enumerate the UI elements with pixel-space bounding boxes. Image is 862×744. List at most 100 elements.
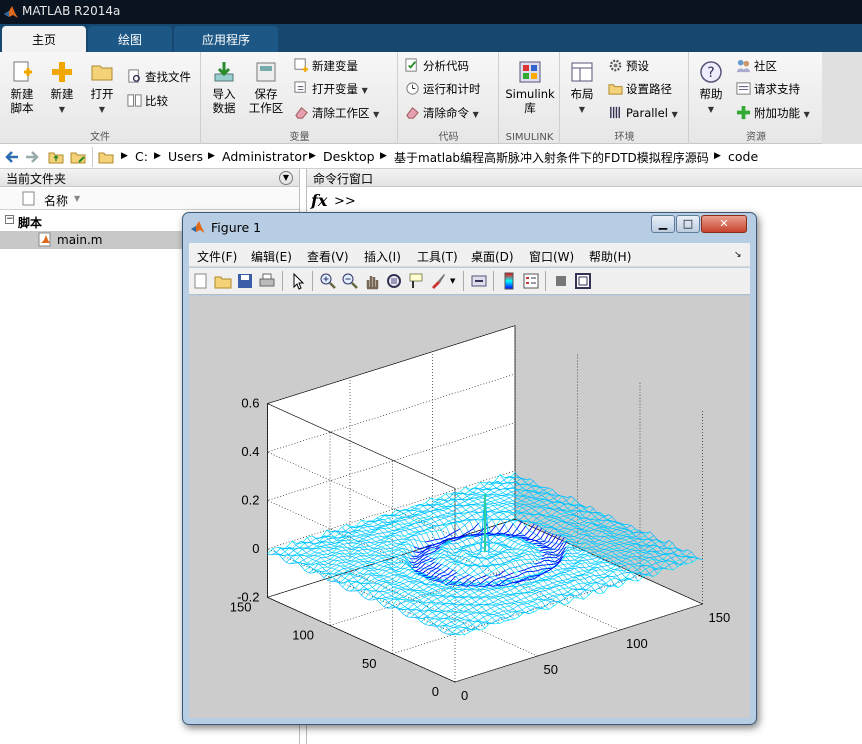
toolbar-divider bbox=[493, 271, 494, 291]
file-type-icon bbox=[22, 191, 35, 206]
set-path-icon bbox=[608, 84, 623, 95]
gear-icon bbox=[609, 59, 622, 72]
chevron-down-icon[interactable]: ▼ bbox=[450, 277, 455, 285]
section-variable: 导入 数据 保存 工作区 新建变量 打开变量 ▼ 清除工作区 ▼ 变量 bbox=[202, 52, 398, 144]
legend-icon[interactable] bbox=[522, 272, 540, 290]
analyze-code-icon bbox=[405, 58, 417, 72]
plot-area: -0.2 0 0.2 0.4 0.6 0 50 100 150 0 50 100 150 bbox=[189, 296, 750, 718]
add-ons-label: 附加功能 bbox=[754, 106, 800, 120]
open-button[interactable]: 打开 ▼ bbox=[85, 60, 119, 117]
breadcrumb-separator: ▶ bbox=[309, 151, 316, 161]
community-label: 社区 bbox=[754, 59, 777, 73]
chevron-down-icon: ▼ bbox=[58, 105, 66, 114]
maximize-button[interactable]: □ bbox=[676, 215, 700, 233]
save-icon[interactable] bbox=[236, 272, 254, 290]
save-workspace-button[interactable]: 保存 工作区 bbox=[246, 60, 286, 115]
save-workspace-label: 保存 工作区 bbox=[248, 87, 284, 115]
breadcrumb-item[interactable]: Administrator bbox=[222, 149, 307, 164]
pane-options-icon[interactable]: ▼ bbox=[279, 171, 293, 185]
new-script-button[interactable]: 新建 脚本 bbox=[4, 60, 40, 115]
clear-commands-button[interactable]: 清除命令 ▼ bbox=[405, 104, 479, 124]
sort-icon[interactable]: ▼ bbox=[74, 194, 80, 203]
community-icon bbox=[736, 59, 751, 73]
compare-button[interactable]: 比较 bbox=[127, 92, 168, 112]
new-figure-icon[interactable] bbox=[192, 272, 210, 290]
chevron-down-icon: ▼ bbox=[803, 110, 810, 119]
zoom-in-icon[interactable] bbox=[319, 272, 337, 290]
layout-icon bbox=[571, 62, 593, 82]
breadcrumb-item[interactable]: Desktop bbox=[323, 149, 375, 164]
surface-trough bbox=[411, 555, 417, 557]
breadcrumb-item[interactable]: C: bbox=[135, 149, 148, 164]
menu-window[interactable]: 窗口(W) bbox=[529, 248, 574, 265]
open-variable-button[interactable]: 打开变量 ▼ bbox=[294, 80, 368, 100]
new-button[interactable]: 新建 ▼ bbox=[45, 60, 79, 117]
tab-plots[interactable]: 绘图 bbox=[88, 26, 172, 52]
tab-apps[interactable]: 应用程序 bbox=[174, 26, 278, 52]
toolbar-divider bbox=[312, 271, 313, 291]
menu-file[interactable]: 文件(F) bbox=[197, 248, 237, 265]
browse-folder-icon[interactable] bbox=[70, 149, 86, 165]
new-variable-button[interactable]: 新建变量 bbox=[294, 57, 358, 77]
data-cursor-icon[interactable] bbox=[407, 272, 425, 290]
tab-home[interactable]: 主页 bbox=[2, 26, 86, 52]
menu-insert[interactable]: 插入(I) bbox=[364, 248, 401, 265]
community-button[interactable]: 社区 bbox=[736, 57, 777, 77]
up-folder-icon[interactable] bbox=[48, 149, 64, 165]
help-button[interactable]: ? 帮助 ▼ bbox=[694, 60, 728, 117]
import-data-button[interactable]: 导入 数据 bbox=[206, 60, 242, 115]
command-prompt[interactable]: >> bbox=[334, 194, 356, 209]
breadcrumb-item[interactable]: 基于matlab编程高斯脉冲入射条件下的FDTD模拟程序源码 bbox=[394, 149, 709, 166]
back-icon[interactable] bbox=[4, 149, 20, 165]
layout-button[interactable]: 布局 ▼ bbox=[565, 60, 599, 117]
z-tick-label: 0.6 bbox=[241, 396, 259, 411]
pan-icon[interactable] bbox=[363, 272, 381, 290]
chevron-down-icon: ▼ bbox=[671, 110, 678, 119]
z-tick-label: 0.4 bbox=[241, 444, 259, 459]
request-support-button[interactable]: 请求支持 bbox=[736, 80, 800, 100]
menu-edit[interactable]: 编辑(E) bbox=[251, 248, 292, 265]
collapse-icon[interactable]: − bbox=[5, 215, 14, 224]
clear-workspace-button[interactable]: 清除工作区 ▼ bbox=[294, 104, 379, 124]
brush-icon[interactable] bbox=[429, 272, 447, 290]
colorbar-icon[interactable] bbox=[500, 272, 518, 290]
toolbar-divider bbox=[282, 271, 283, 291]
section-environment: 布局 ▼ 预设 设置路径 Parallel ▼ 环境 bbox=[561, 52, 689, 144]
breadcrumb-item[interactable]: code bbox=[728, 149, 758, 164]
run-and-time-button[interactable]: 运行和计时 bbox=[405, 80, 481, 100]
hide-plot-tools-icon[interactable] bbox=[552, 272, 570, 290]
x-tick-label: 100 bbox=[626, 636, 648, 651]
link-icon[interactable] bbox=[470, 272, 488, 290]
analyze-code-button[interactable]: 分析代码 bbox=[405, 57, 469, 77]
parallel-button[interactable]: Parallel ▼ bbox=[608, 104, 678, 124]
zoom-out-icon[interactable] bbox=[341, 272, 359, 290]
set-path-label: 设置路径 bbox=[626, 82, 672, 96]
find-files-button[interactable]: 查找文件 bbox=[127, 68, 191, 88]
open-icon[interactable] bbox=[214, 272, 232, 290]
print-icon[interactable] bbox=[258, 272, 276, 290]
menu-help[interactable]: 帮助(H) bbox=[589, 248, 631, 265]
pointer-icon[interactable] bbox=[289, 272, 307, 290]
figure-menu-bar: 文件(F) 编辑(E) 查看(V) 插入(I) 工具(T) 桌面(D) 窗口(W… bbox=[189, 243, 750, 267]
preferences-button[interactable]: 预设 bbox=[608, 57, 649, 77]
eraser-icon bbox=[406, 107, 419, 119]
rotate-icon[interactable] bbox=[385, 272, 403, 290]
close-button[interactable]: ✕ bbox=[701, 215, 747, 233]
simulink-library-button[interactable]: Simulink 库 bbox=[504, 60, 556, 115]
surface-chart[interactable]: -0.200.20.40.6050100150050100150 bbox=[189, 296, 750, 718]
column-name[interactable]: 名称 bbox=[44, 192, 68, 209]
close-icon: ✕ bbox=[719, 217, 729, 230]
fx-icon[interactable]: fx bbox=[311, 191, 327, 210]
add-ons-button[interactable]: 附加功能 ▼ bbox=[736, 104, 810, 124]
menu-view[interactable]: 查看(V) bbox=[307, 248, 349, 265]
breadcrumb-item[interactable]: Users bbox=[168, 149, 203, 164]
menu-desktop[interactable]: 桌面(D) bbox=[471, 248, 514, 265]
set-path-button[interactable]: 设置路径 bbox=[608, 80, 672, 100]
dock-arrow-icon[interactable]: ↘ bbox=[734, 250, 742, 260]
m-file-icon bbox=[38, 232, 51, 247]
forward-icon[interactable] bbox=[24, 149, 40, 165]
menu-tools[interactable]: 工具(T) bbox=[417, 248, 458, 265]
new-label: 新建 bbox=[50, 87, 74, 101]
minimize-button[interactable]: ▁ bbox=[651, 215, 675, 233]
show-plot-tools-icon[interactable] bbox=[574, 272, 592, 290]
